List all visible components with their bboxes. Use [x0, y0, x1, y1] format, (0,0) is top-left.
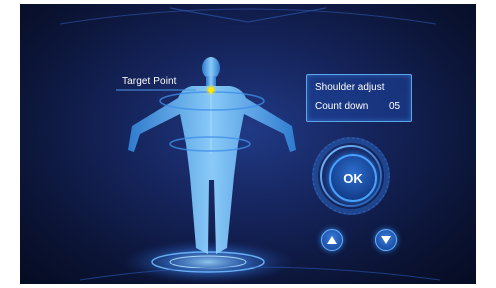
countdown-value: 05 — [389, 101, 401, 112]
target-point-label: Target Point — [122, 76, 177, 87]
triangle-up-icon — [327, 236, 337, 244]
up-button[interactable] — [321, 229, 343, 251]
mode-title: Shoulder adjust — [315, 82, 385, 93]
ok-button[interactable]: OK — [329, 154, 377, 202]
down-button[interactable] — [375, 229, 397, 251]
info-panel: Shoulder adjust Count down 05 — [306, 74, 412, 122]
background-art — [59, 7, 441, 284]
triangle-down-icon — [381, 236, 391, 244]
countdown-label: Count down — [315, 101, 369, 112]
massage-screen: Target Point Shoulder adjust Count down … — [20, 4, 476, 284]
